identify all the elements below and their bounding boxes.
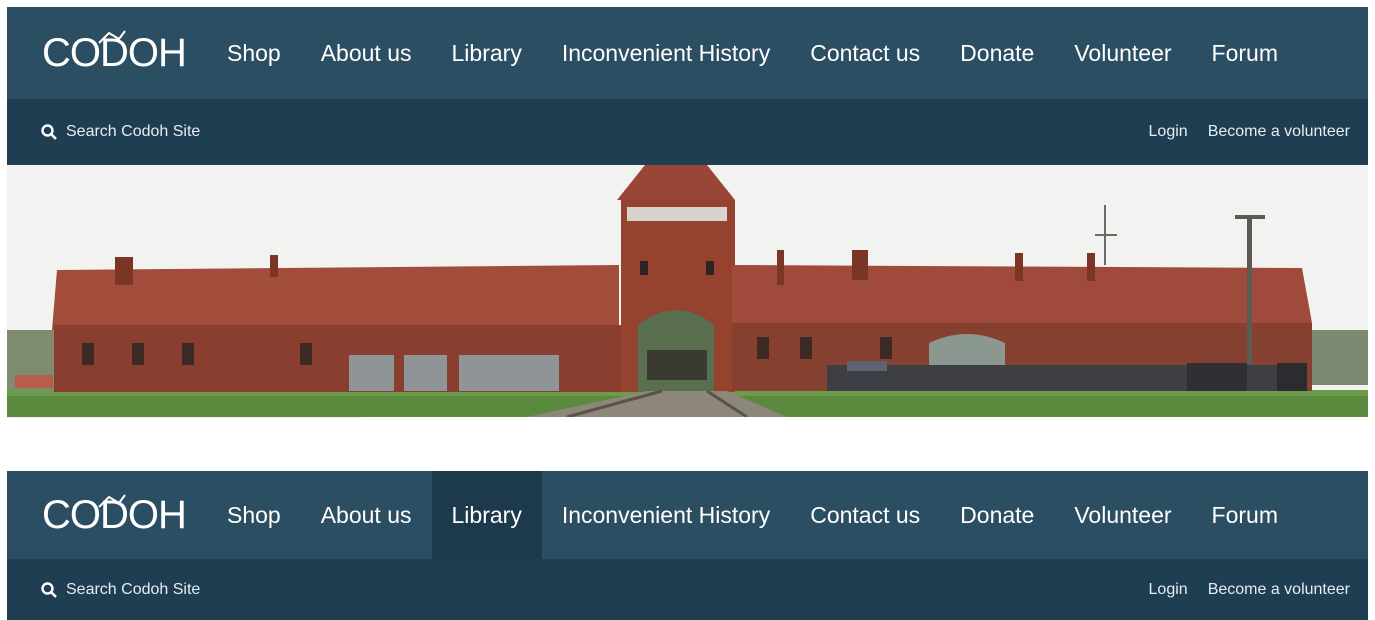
become-volunteer-link-2[interactable]: Become a volunteer [1208,581,1350,599]
login-link-2[interactable]: Login [1149,581,1188,599]
sub-navbar-2: Search Codoh Site Login Become a volunte… [7,559,1368,620]
search-icon[interactable] [40,123,58,141]
main-navbar-2: CODOH Shop About us Library Inconvenient… [7,471,1368,559]
main-nav-2: Shop About us Library Inconvenient Histo… [207,471,1298,559]
nav-item-library-active[interactable]: Library [431,471,542,559]
main-nav: Shop About us Library Inconvenient Histo… [207,7,1298,99]
user-links: Login Become a volunteer [1129,123,1368,141]
site-header-top: CODOH Shop About us Library Inconvenient… [7,7,1368,165]
nav-item-contact-us[interactable]: Contact us [790,7,940,99]
nav-item-donate[interactable]: Donate [940,7,1054,99]
gatehouse-photo [7,165,1368,417]
search-placeholder[interactable]: Search Codoh Site [66,123,200,141]
become-volunteer-link[interactable]: Become a volunteer [1208,123,1350,141]
user-links-2: Login Become a volunteer [1129,581,1368,599]
search-icon[interactable] [40,581,58,599]
nav-item-shop[interactable]: Shop [207,471,301,559]
login-link[interactable]: Login [1149,123,1188,141]
main-navbar: CODOH Shop About us Library Inconvenient… [7,7,1368,99]
site-search-2[interactable]: Search Codoh Site [7,581,200,599]
nav-item-about-us[interactable]: About us [301,7,432,99]
search-placeholder-2[interactable]: Search Codoh Site [66,581,200,599]
site-header-library-active: CODOH Shop About us Library Inconvenient… [7,471,1368,620]
nav-item-forum[interactable]: Forum [1192,471,1298,559]
nav-item-library[interactable]: Library [432,7,542,99]
nav-item-forum[interactable]: Forum [1192,7,1298,99]
nav-item-donate[interactable]: Donate [940,471,1054,559]
site-search[interactable]: Search Codoh Site [7,123,200,141]
sub-navbar: Search Codoh Site Login Become a volunte… [7,99,1368,165]
nav-item-inconvenient-history[interactable]: Inconvenient History [542,471,790,559]
nav-item-about-us[interactable]: About us [301,471,432,559]
nav-item-inconvenient-history[interactable]: Inconvenient History [542,7,790,99]
nav-item-shop[interactable]: Shop [207,7,301,99]
logo-cuff-icon [98,30,126,44]
divider [7,417,362,418]
nav-item-volunteer[interactable]: Volunteer [1054,471,1191,559]
nav-item-contact-us[interactable]: Contact us [790,471,940,559]
nav-item-volunteer[interactable]: Volunteer [1054,7,1191,99]
site-logo-2[interactable]: CODOH [7,471,207,559]
site-logo[interactable]: CODOH [7,7,207,99]
logo-cuff-icon [98,494,126,508]
hero-banner-photo [7,165,1368,417]
